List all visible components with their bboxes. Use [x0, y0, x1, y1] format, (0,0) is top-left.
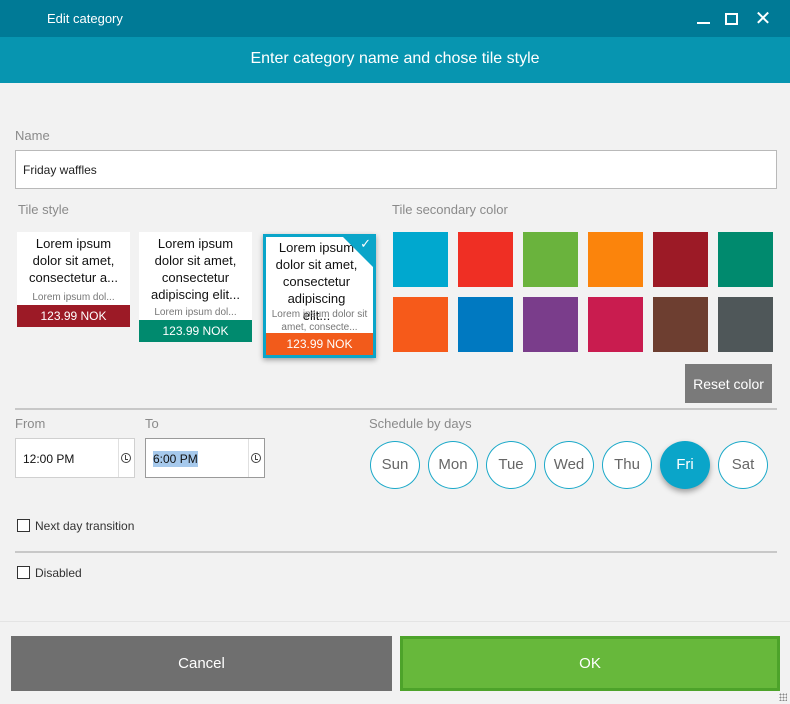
color-swatch[interactable] [718, 297, 773, 352]
day-thu[interactable]: Thu [602, 441, 652, 489]
next-day-checkbox[interactable] [17, 519, 30, 532]
disabled-checkbox[interactable] [17, 566, 30, 579]
ok-button[interactable]: OK [400, 636, 780, 691]
tile-price: 123.99 NOK [17, 305, 130, 327]
schedule-label: Schedule by days [369, 416, 472, 431]
checkmark-icon: ✓ [360, 236, 371, 251]
day-sat[interactable]: Sat [718, 441, 768, 489]
color-swatch[interactable] [393, 297, 448, 352]
minimize-icon[interactable] [690, 6, 716, 32]
tile-desc: Lorem ipsum dol... [154, 307, 237, 318]
tile-title: Lorem ipsum dolor sit amet, consectetur … [29, 236, 118, 285]
name-input[interactable] [15, 150, 777, 189]
cancel-button[interactable]: Cancel [11, 636, 392, 691]
divider [15, 551, 777, 553]
color-swatch[interactable] [458, 297, 513, 352]
day-wed[interactable]: Wed [544, 441, 594, 489]
to-time-picker[interactable]: 6:00 PM [145, 438, 265, 478]
clock-icon[interactable] [121, 453, 131, 463]
close-icon[interactable]: ✕ [750, 6, 776, 32]
dialog-subtitle: Enter category name and chose tile style [0, 37, 790, 83]
tile-style-option-1[interactable]: Lorem ipsum dolor sit amet, consectetur … [17, 232, 130, 327]
color-swatch[interactable] [588, 232, 643, 287]
divider [15, 408, 777, 410]
from-time-value: 12:00 PM [23, 452, 75, 466]
day-mon[interactable]: Mon [428, 441, 478, 489]
color-swatch[interactable] [523, 297, 578, 352]
color-swatch[interactable] [653, 232, 708, 287]
to-time-value: 6:00 PM [153, 451, 198, 467]
day-tue[interactable]: Tue [486, 441, 536, 489]
resize-grip-icon[interactable] [779, 693, 787, 701]
from-time-picker[interactable]: 12:00 PM [15, 438, 135, 478]
title-bar: Edit category ✕ [0, 0, 790, 37]
color-swatch[interactable] [718, 232, 773, 287]
window-title: Edit category [47, 11, 123, 26]
tile-style-option-3[interactable]: Lorem ipsum dolor sit amet, consectetur … [263, 234, 376, 358]
next-day-label: Next day transition [35, 519, 135, 533]
to-label: To [145, 416, 159, 431]
color-swatch[interactable] [458, 232, 513, 287]
tile-price: 123.99 NOK [266, 333, 373, 355]
color-swatch[interactable] [588, 297, 643, 352]
tile-desc: Lorem ipsum dolor sit amet, consecte... [271, 309, 368, 333]
day-fri[interactable]: Fri [660, 441, 710, 489]
tile-title: Lorem ipsum dolor sit amet, consectetur … [151, 236, 240, 302]
color-swatch[interactable] [523, 232, 578, 287]
tile-desc: Lorem ipsum dol... [32, 292, 115, 303]
maximize-icon[interactable] [718, 6, 744, 32]
reset-color-button[interactable]: Reset color [685, 364, 772, 403]
clock-icon[interactable] [251, 453, 261, 463]
name-label: Name [15, 128, 50, 143]
from-label: From [15, 416, 46, 431]
secondary-color-label: Tile secondary color [392, 202, 508, 217]
disabled-label: Disabled [35, 566, 82, 580]
day-sun[interactable]: Sun [370, 441, 420, 489]
tile-style-label: Tile style [18, 202, 69, 217]
tile-price: 123.99 NOK [139, 320, 252, 342]
color-swatch[interactable] [393, 232, 448, 287]
color-swatch[interactable] [653, 297, 708, 352]
tile-style-option-2[interactable]: Lorem ipsum dolor sit amet, consectetur … [139, 232, 252, 342]
